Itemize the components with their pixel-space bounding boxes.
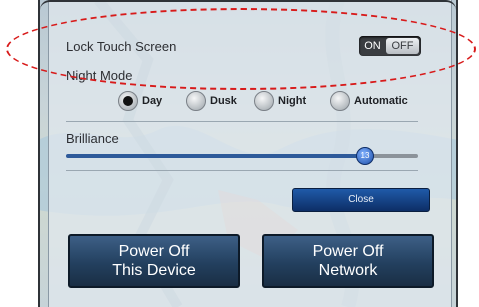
power-off-network-button[interactable]: Power Off Network: [262, 234, 434, 288]
radio-selected-icon: [118, 91, 138, 111]
brilliance-label: Brilliance: [66, 131, 119, 146]
night-mode-option-automatic[interactable]: Automatic: [330, 90, 408, 112]
radio-unselected-icon: [254, 91, 274, 111]
radio-unselected-icon: [186, 91, 206, 111]
power-off-network-line2: Network: [318, 262, 378, 279]
power-off-device-line2: This Device: [112, 262, 196, 279]
night-mode-option-day[interactable]: Day: [118, 90, 162, 112]
radio-unselected-icon: [330, 91, 350, 111]
power-off-device-line1: Power Off: [118, 243, 190, 260]
night-mode-night-label: Night: [278, 95, 307, 107]
night-mode-dusk-label: Dusk: [210, 95, 237, 107]
night-mode-option-dusk[interactable]: Dusk: [186, 90, 237, 112]
night-mode-option-night[interactable]: Night: [254, 90, 306, 112]
red-dashed-highlight-ellipse: [6, 8, 476, 90]
divider: [66, 170, 418, 171]
night-mode-automatic-label: Automatic: [354, 95, 408, 107]
night-mode-day-label: Day: [142, 95, 163, 107]
divider: [66, 121, 418, 122]
close-button[interactable]: Close: [292, 188, 430, 212]
power-off-device-button[interactable]: Power Off This Device: [68, 234, 240, 288]
power-off-network-line1: Power Off: [312, 243, 384, 260]
brilliance-slider-thumb[interactable]: 13: [356, 147, 374, 165]
